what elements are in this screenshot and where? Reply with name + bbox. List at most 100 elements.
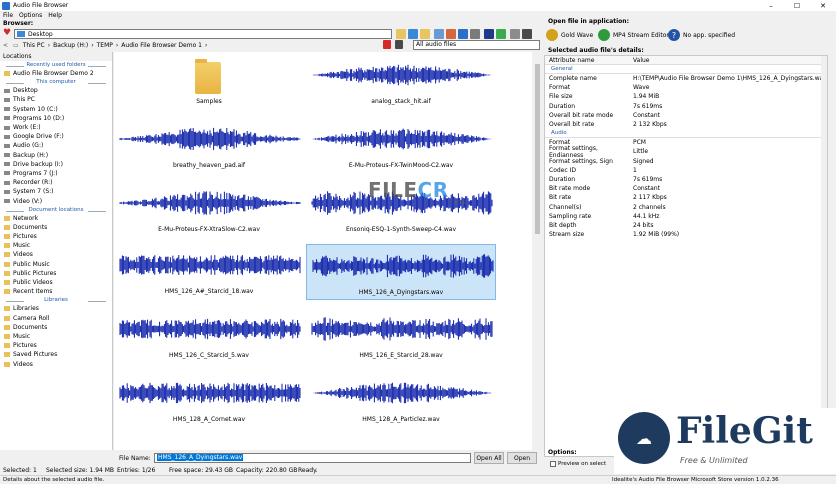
window-title: Audio File Browser xyxy=(13,2,69,9)
file-name-input[interactable]: HMS_126_A_Dyingstars.wav xyxy=(154,453,471,463)
folder-tile[interactable]: Samples xyxy=(114,54,304,110)
location-item[interactable]: Music xyxy=(0,241,112,250)
drive-icon xyxy=(4,180,10,185)
path-input[interactable]: Desktop xyxy=(14,29,392,39)
app-none-button[interactable]: ? No app. specified xyxy=(668,29,735,41)
waveform-icon xyxy=(119,255,301,275)
location-item[interactable]: Drive backup (I:) xyxy=(0,160,112,169)
drive-icon xyxy=(4,153,10,158)
grid-scrollbar[interactable] xyxy=(533,52,542,450)
details-scrollbar[interactable] xyxy=(821,56,827,456)
location-item[interactable]: System 10 (C:) xyxy=(0,105,112,114)
film-icon[interactable] xyxy=(484,29,494,39)
drive-icon xyxy=(4,143,10,148)
crumb-demo[interactable]: Audio File Browser Demo 1 xyxy=(121,42,202,49)
audio-file-tile[interactable]: HMS_126_A_Dyingstars.wav xyxy=(306,244,496,300)
new-folder-icon[interactable] xyxy=(408,29,418,39)
location-item[interactable]: Libraries xyxy=(0,304,112,313)
menu-icon[interactable] xyxy=(522,29,532,39)
menu-help[interactable]: Help xyxy=(45,11,65,20)
location-item[interactable]: Music xyxy=(0,332,112,341)
help-icon: ? xyxy=(668,29,680,41)
folder-up-icon[interactable] xyxy=(396,29,406,39)
audio-file-tile[interactable]: E-Mu-Proteus-FX-XtraSlow-C2.wav xyxy=(114,182,304,238)
location-item[interactable]: Documents xyxy=(0,223,112,232)
crumb-backup[interactable]: Backup (H:) xyxy=(53,42,88,49)
properties-icon[interactable] xyxy=(470,29,480,39)
drive-icon xyxy=(4,88,10,93)
location-item[interactable]: Programs 7 (J:) xyxy=(0,169,112,178)
audio-file-tile[interactable]: HMS_126_E_Starcid_28.wav xyxy=(306,308,496,364)
location-item[interactable]: Camera Roll xyxy=(0,314,112,323)
menu-file[interactable]: File xyxy=(0,11,16,20)
location-item[interactable]: Network xyxy=(0,214,112,223)
location-item[interactable]: Public Music xyxy=(0,260,112,269)
open-all-button[interactable]: Open All xyxy=(474,452,504,464)
open-button[interactable]: Open xyxy=(507,452,537,464)
copy-icon[interactable] xyxy=(446,29,456,39)
location-item[interactable]: Audio File Browser Demo 2 xyxy=(0,69,112,78)
status-bar: Selected: 1 Selected size: 1.94 MB Entri… xyxy=(0,465,545,475)
location-item[interactable]: Public Videos xyxy=(0,278,112,287)
location-item[interactable]: System 7 (S:) xyxy=(0,187,112,196)
location-item[interactable]: Saved Pictures xyxy=(0,350,112,359)
location-item[interactable]: Audio (G:) xyxy=(0,141,112,150)
scroll-thumb[interactable] xyxy=(535,64,540,234)
location-item[interactable]: Public Pictures xyxy=(0,269,112,278)
location-item[interactable]: Videos xyxy=(0,359,112,368)
audio-file-tile[interactable]: analog_stack_hit.aif xyxy=(306,54,496,110)
folder-icon xyxy=(4,280,10,286)
close-button[interactable]: ✕ xyxy=(810,0,836,11)
detail-row: Duration 7s 619ms xyxy=(549,175,663,183)
crumb-temp[interactable]: TEMP xyxy=(97,42,113,49)
favorite-heart-icon[interactable]: ♥ xyxy=(3,29,12,38)
file-filter-select[interactable]: All audio files xyxy=(413,40,540,50)
app-goldwave-button[interactable]: Gold Wave xyxy=(546,29,593,41)
location-item[interactable]: Videos xyxy=(0,250,112,259)
audio-file-tile[interactable]: E-Mu-Proteus-FX-TwinMood-C2.wav xyxy=(306,118,496,174)
location-item[interactable]: Pictures xyxy=(0,232,112,241)
waveform-icon xyxy=(119,318,301,340)
audio-file-tile[interactable]: HMS_126_C_Starcid_5.wav xyxy=(114,308,304,364)
status-capacity: Capacity: 220.80 GB xyxy=(236,466,298,474)
location-item[interactable]: Video (V:) xyxy=(0,196,112,205)
audio-file-tile[interactable]: HMS_128_A_Particlez.wav xyxy=(306,372,496,428)
preview-checkbox[interactable]: Preview on select xyxy=(550,461,606,467)
view-icon[interactable] xyxy=(434,29,444,39)
location-item[interactable]: Google Drive (F:) xyxy=(0,132,112,141)
audio-file-tile[interactable]: HMS_128_A_Cornet.wav xyxy=(114,372,304,428)
remove-icon[interactable] xyxy=(383,40,391,49)
details-table: Attribute name Value General Complete na… xyxy=(544,55,828,457)
folder-icon xyxy=(4,224,10,230)
audio-file-tile[interactable]: breathy_heaven_pad.aif xyxy=(114,118,304,174)
location-item[interactable]: Programs 10 (D:) xyxy=(0,114,112,123)
location-item[interactable]: Pictures xyxy=(0,341,112,350)
maximize-button[interactable]: ☐ xyxy=(784,0,810,11)
location-item[interactable]: Documents xyxy=(0,323,112,332)
detail-row: Format settings, Endianness Little xyxy=(549,144,649,159)
location-item[interactable]: Work (E:) xyxy=(0,123,112,132)
back-arrow-icon[interactable]: < xyxy=(3,42,8,49)
location-item[interactable]: Desktop xyxy=(0,86,112,95)
refresh-icon[interactable] xyxy=(395,40,403,49)
detail-row: Overall bit rate 2 132 Kbps xyxy=(549,121,667,129)
search-icon[interactable] xyxy=(510,29,520,39)
audio-file-tile[interactable]: HMS_126_A#_Starcid_18.wav xyxy=(114,244,304,300)
detail-row: Channel(s) 2 channels xyxy=(549,203,666,211)
checkbox-icon[interactable] xyxy=(550,461,556,467)
location-item[interactable]: Recent Items xyxy=(0,287,112,296)
crumb-this-pc[interactable]: This PC xyxy=(23,42,45,49)
recent-section-title: Recently used folders xyxy=(0,62,112,68)
location-item[interactable]: Recorder (R:) xyxy=(0,178,112,187)
drive-icon xyxy=(4,171,10,176)
play-icon[interactable] xyxy=(458,29,468,39)
network-section-title: Document locations xyxy=(0,207,112,213)
minimize-button[interactable]: – xyxy=(758,0,784,11)
grid-icon[interactable] xyxy=(496,29,506,39)
location-item[interactable]: Backup (H:) xyxy=(0,151,112,160)
app-mp4-button[interactable]: MP4 Stream Editor xyxy=(598,29,669,41)
open-folder-icon[interactable] xyxy=(420,29,430,39)
waveform-icon xyxy=(119,382,301,404)
menu-options[interactable]: Options xyxy=(16,11,45,20)
location-item[interactable]: This PC xyxy=(0,95,112,104)
